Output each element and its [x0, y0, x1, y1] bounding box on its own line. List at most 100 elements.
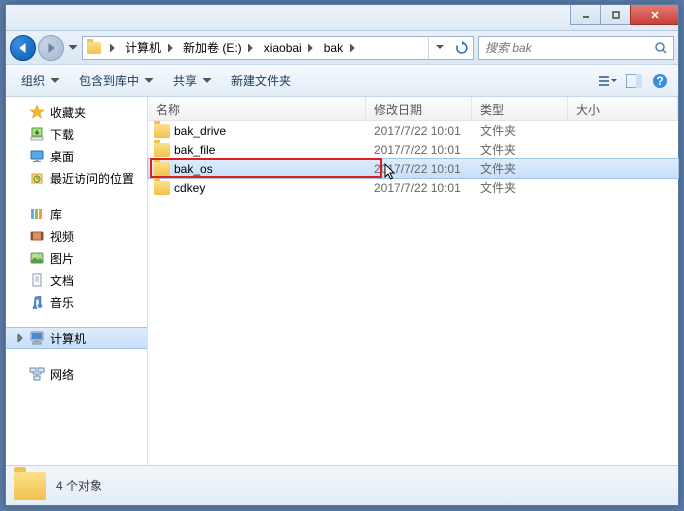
minimize-button[interactable] [570, 5, 600, 25]
history-dropdown[interactable] [66, 35, 80, 61]
file-name: bak_drive [174, 124, 226, 138]
svg-text:?: ? [656, 74, 663, 88]
favorites-label: 收藏夹 [50, 104, 86, 121]
file-name: cdkey [174, 181, 205, 195]
folder-icon [154, 162, 170, 176]
include-label: 包含到库中 [79, 72, 139, 89]
file-row[interactable]: bak_drive 2017/7/22 10:01文件夹 [148, 121, 678, 140]
refresh-button[interactable] [451, 37, 473, 59]
breadcrumb-arrow[interactable] [304, 37, 318, 59]
file-type: 文件夹 [472, 179, 568, 196]
library-icon [28, 205, 46, 223]
breadcrumb-drive[interactable]: 新加卷 (E:) [177, 37, 244, 59]
sidebar-item-videos[interactable]: 视频 [6, 225, 147, 247]
share-label: 共享 [173, 72, 197, 89]
sidebar-item-desktop[interactable]: 桌面 [6, 145, 147, 167]
folder-icon [154, 143, 170, 157]
column-size[interactable]: 大小 [568, 97, 678, 120]
organize-button[interactable]: 组织 [12, 67, 68, 94]
file-type: 文件夹 [472, 141, 568, 158]
sidebar-item-documents[interactable]: 文档 [6, 269, 147, 291]
sidebar-favorites[interactable]: 收藏夹 [6, 101, 147, 123]
column-headers: 名称 修改日期 类型 大小 [148, 97, 678, 121]
breadcrumb-bak[interactable]: bak [318, 37, 345, 59]
breadcrumb-xiaobai[interactable]: xiaobai [258, 37, 304, 59]
folder-icon [83, 37, 105, 59]
download-icon [28, 125, 46, 143]
file-rows: bak_drive2017/7/22 10:01文件夹bak_file2017/… [148, 121, 678, 197]
view-options-button[interactable] [596, 69, 620, 93]
titlebar [6, 5, 678, 31]
include-library-button[interactable]: 包含到库中 [70, 67, 162, 94]
sidebar-item-downloads[interactable]: 下载 [6, 123, 147, 145]
file-name: bak_file [174, 143, 215, 157]
preview-pane-button[interactable] [622, 69, 646, 93]
organize-label: 组织 [21, 72, 45, 89]
file-date: 2017/7/22 10:01 [366, 143, 472, 157]
address-dropdown[interactable] [429, 37, 451, 59]
new-folder-button[interactable]: 新建文件夹 [222, 67, 300, 94]
file-type: 文件夹 [472, 122, 568, 139]
search-input[interactable] [479, 41, 649, 55]
document-icon [28, 271, 46, 289]
desktop-icon [28, 147, 46, 165]
file-row[interactable]: bak_os 2017/7/22 10:01文件夹 [148, 159, 678, 178]
share-button[interactable]: 共享 [164, 67, 220, 94]
back-button[interactable] [10, 35, 36, 61]
chevron-down-icon [203, 78, 211, 83]
explorer-window: 计算机 新加卷 (E:) xiaobai bak [5, 4, 679, 506]
chevron-right-icon [14, 334, 26, 342]
music-icon [28, 293, 46, 311]
column-type[interactable]: 类型 [472, 97, 568, 120]
sidebar-computer[interactable]: 计算机 [6, 327, 147, 349]
sidebar-libraries[interactable]: 库 [6, 203, 147, 225]
status-bar: 4 个对象 [6, 465, 678, 505]
sidebar-network[interactable]: 网络 [6, 363, 147, 385]
recent-icon [28, 169, 46, 187]
breadcrumb-arrow[interactable] [244, 37, 258, 59]
file-name: bak_os [174, 162, 213, 176]
chevron-down-icon [51, 78, 59, 83]
sidebar-item-recent[interactable]: 最近访问的位置 [6, 167, 147, 189]
search-box[interactable] [478, 36, 674, 60]
breadcrumb-arrow[interactable] [163, 37, 177, 59]
star-icon [28, 103, 46, 121]
address-bar[interactable]: 计算机 新加卷 (E:) xiaobai bak [82, 36, 474, 60]
file-row[interactable]: bak_file 2017/7/22 10:01文件夹 [148, 140, 678, 159]
body: 收藏夹 下载 桌面 最近访问的位置 [6, 97, 678, 465]
column-name[interactable]: 名称 [148, 97, 366, 120]
breadcrumb-root-arrow[interactable] [105, 37, 119, 59]
search-icon[interactable] [649, 41, 673, 55]
forward-button[interactable] [38, 35, 64, 61]
close-button[interactable] [630, 5, 678, 25]
help-button[interactable]: ? [648, 69, 672, 93]
column-date[interactable]: 修改日期 [366, 97, 472, 120]
toolbar: 组织 包含到库中 共享 新建文件夹 ? [6, 65, 678, 97]
sidebar: 收藏夹 下载 桌面 最近访问的位置 [6, 97, 148, 465]
video-icon [28, 227, 46, 245]
folder-icon [154, 124, 170, 138]
sidebar-item-pictures[interactable]: 图片 [6, 247, 147, 269]
address-right [428, 37, 473, 59]
sidebar-item-music[interactable]: 音乐 [6, 291, 147, 313]
breadcrumb-computer[interactable]: 计算机 [119, 37, 163, 59]
breadcrumb-arrow[interactable] [345, 37, 359, 59]
computer-icon [28, 329, 46, 347]
file-date: 2017/7/22 10:01 [366, 124, 472, 138]
picture-icon [28, 249, 46, 267]
file-row[interactable]: cdkey 2017/7/22 10:01文件夹 [148, 178, 678, 197]
folder-icon [154, 181, 170, 195]
network-icon [28, 365, 46, 383]
file-date: 2017/7/22 10:01 [366, 181, 472, 195]
maximize-button[interactable] [600, 5, 630, 25]
file-type: 文件夹 [472, 160, 568, 177]
folder-large-icon [14, 472, 46, 500]
newfolder-label: 新建文件夹 [231, 72, 291, 89]
chevron-down-icon [145, 78, 153, 83]
nav-row: 计算机 新加卷 (E:) xiaobai bak [6, 31, 678, 65]
window-controls [570, 5, 678, 25]
file-list: 名称 修改日期 类型 大小 bak_drive2017/7/22 10:01文件… [148, 97, 678, 465]
file-date: 2017/7/22 10:01 [366, 162, 472, 176]
breadcrumb: 计算机 新加卷 (E:) xiaobai bak [105, 37, 428, 59]
status-text: 4 个对象 [56, 477, 102, 494]
